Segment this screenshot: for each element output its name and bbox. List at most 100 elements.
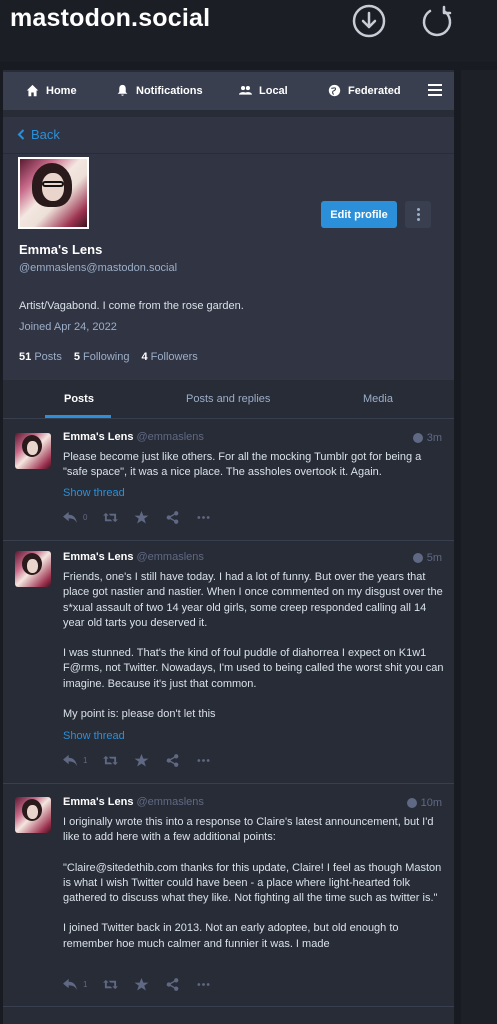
status-acct: @emmaslens	[136, 431, 204, 443]
status-author[interactable]: Emma's Lens @emmaslens	[63, 431, 204, 443]
reply-icon	[63, 511, 77, 524]
followers-label: Followers	[150, 351, 198, 363]
nav-notifications[interactable]: Notifications	[116, 84, 203, 97]
reply-count: 1	[83, 980, 88, 989]
joined-date: Joined Apr 24, 2022	[19, 321, 117, 333]
home-icon	[26, 84, 39, 97]
nav-notifications-label: Notifications	[136, 84, 203, 97]
boost-button[interactable]	[103, 978, 119, 991]
profile-handle: @emmaslens@mastodon.social	[19, 262, 178, 274]
share-icon	[167, 978, 179, 991]
retweet-icon	[103, 512, 119, 523]
star-icon	[134, 978, 149, 991]
status-display-name: Emma's Lens	[63, 796, 134, 808]
status-time[interactable]: 10m	[406, 797, 442, 809]
status-actions: 0	[63, 511, 227, 524]
share-button[interactable]	[165, 978, 180, 991]
account-tabs: Posts Posts and replies Media	[3, 381, 454, 419]
reply-button[interactable]: 1	[63, 754, 87, 767]
more-button[interactable]	[196, 754, 211, 767]
site-title: mastodon.social	[10, 4, 211, 32]
status-item[interactable]: Emma's Lens @emmaslens 10m I originally w…	[3, 785, 454, 1007]
nav-local[interactable]: Local	[239, 84, 288, 97]
tab-posts-and-replies[interactable]: Posts and replies	[186, 393, 270, 405]
status-paragraph: I was stunned. That's the kind of foul p…	[63, 647, 444, 690]
favourite-button[interactable]	[134, 511, 149, 524]
favourite-button[interactable]	[134, 754, 149, 767]
download-circle-icon[interactable]	[352, 4, 386, 38]
nav-home[interactable]: Home	[26, 84, 77, 97]
status-item[interactable]: Emma's Lens @emmaslens 5m Friends, one's …	[3, 542, 454, 784]
followers-count-link[interactable]: 4 Followers	[141, 351, 197, 363]
status-actions: 1	[63, 754, 227, 767]
boost-button[interactable]	[103, 754, 119, 767]
profile-stats: 51 Posts 5 Following 4 Followers	[19, 351, 198, 363]
posts-count-link[interactable]: 51 Posts	[19, 351, 62, 363]
show-thread-link[interactable]: Show thread	[63, 730, 125, 742]
users-icon	[239, 86, 252, 95]
status-content: Friends, one's I still have today. I had…	[63, 570, 445, 737]
show-thread-link[interactable]: Show thread	[63, 487, 125, 499]
nav-federated-label: Federated	[348, 84, 401, 97]
nav-federated[interactable]: Federated	[328, 84, 401, 97]
nav-local-label: Local	[259, 84, 288, 97]
status-item[interactable]: Emma's Lens @emmaslens 3m Please become j…	[3, 420, 454, 541]
status-avatar[interactable]	[15, 551, 51, 587]
refresh-icon[interactable]	[420, 4, 454, 38]
status-time[interactable]: 5m	[412, 552, 442, 564]
reply-button[interactable]: 0	[63, 511, 87, 524]
status-content: I originally wrote this into a response …	[63, 815, 445, 967]
status-display-name: Emma's Lens	[63, 431, 134, 443]
reply-button[interactable]: 1	[63, 978, 87, 991]
following-label: Following	[83, 351, 130, 363]
favourite-button[interactable]	[134, 978, 149, 991]
share-button[interactable]	[165, 511, 180, 524]
boost-button[interactable]	[103, 511, 119, 524]
edit-profile-button[interactable]: Edit profile	[321, 201, 397, 228]
reply-icon	[63, 754, 77, 767]
globe-icon	[412, 433, 423, 443]
posts-label: Posts	[34, 351, 62, 363]
tab-posts[interactable]: Posts	[64, 393, 94, 405]
globe-icon	[328, 84, 341, 97]
share-button[interactable]	[165, 754, 180, 767]
retweet-icon	[103, 979, 119, 990]
star-icon	[134, 511, 149, 524]
account-header: Edit profile Emma's Lens @emmaslens@mast…	[3, 154, 454, 380]
status-avatar[interactable]	[15, 433, 51, 469]
hamburger-icon[interactable]	[428, 84, 442, 96]
status-paragraph: Friends, one's I still have today. I had…	[63, 571, 443, 629]
status-avatar[interactable]	[15, 797, 51, 833]
tab-media[interactable]: Media	[363, 393, 393, 405]
followers-count: 4	[141, 351, 148, 363]
reply-count: 1	[83, 756, 88, 765]
status-paragraph: My point is: please don't let this	[63, 708, 216, 721]
active-tab-indicator	[45, 415, 111, 418]
avatar[interactable]	[18, 157, 89, 229]
globe-icon	[412, 553, 423, 563]
status-paragraph: Please become just like others. For all …	[63, 451, 422, 479]
status-paragraph: I joined Twitter back in 2013. Not an ea…	[63, 922, 399, 950]
star-icon	[134, 754, 149, 767]
reply-icon	[63, 978, 77, 991]
back-button[interactable]: Back	[17, 127, 60, 142]
status-time[interactable]: 3m	[412, 432, 442, 444]
status-author[interactable]: Emma's Lens @emmaslens	[63, 796, 204, 808]
more-button[interactable]	[196, 511, 211, 524]
share-icon	[167, 754, 179, 767]
nav-home-label: Home	[46, 84, 77, 97]
status-paragraph: I originally wrote this into a response …	[63, 816, 434, 844]
scrollbar-track[interactable]	[461, 70, 497, 1024]
ellipsis-icon	[197, 516, 210, 519]
status-time-text: 10m	[420, 797, 442, 809]
chevron-left-icon	[17, 129, 25, 140]
more-button[interactable]	[196, 978, 211, 991]
status-author[interactable]: Emma's Lens @emmaslens	[63, 551, 204, 563]
ellipsis-icon	[197, 983, 210, 986]
profile-bio: Artist/Vagabond. I come from the rose ga…	[19, 300, 244, 312]
status-actions: 1	[63, 978, 227, 991]
more-options-icon[interactable]	[405, 201, 431, 228]
following-count-link[interactable]: 5 Following	[74, 351, 130, 363]
column-back-bar: Back	[3, 117, 454, 153]
status-time-text: 5m	[426, 552, 442, 564]
